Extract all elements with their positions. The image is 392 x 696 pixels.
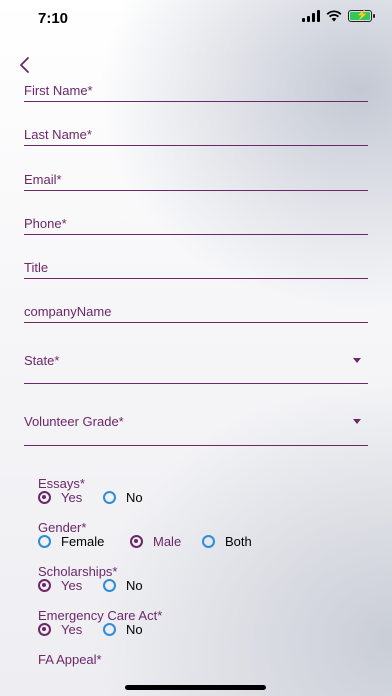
option-label: Both: [225, 534, 252, 549]
state-dropdown[interactable]: State*: [24, 347, 368, 384]
essays-yes-option[interactable]: Yes: [38, 490, 82, 505]
essays-no-option[interactable]: No: [103, 490, 143, 505]
phone-field[interactable]: Phone*: [24, 211, 368, 235]
title-label: Title: [24, 260, 49, 275]
volunteer-grade-label: Volunteer Grade*: [24, 414, 124, 429]
radio-unselected-icon: [103, 491, 116, 504]
radio-unselected-icon: [103, 623, 116, 636]
title-field[interactable]: Title: [24, 255, 368, 279]
gender-label: Gender*: [38, 520, 87, 535]
email-label: Email*: [24, 172, 62, 187]
battery-icon: ⚡: [348, 10, 375, 22]
option-label: Yes: [61, 578, 83, 593]
back-chevron-icon[interactable]: [16, 55, 34, 75]
status-bar: 7:10 ⚡: [0, 0, 392, 34]
option-label: No: [126, 622, 143, 637]
emergency-no-option[interactable]: No: [103, 622, 143, 637]
status-time: 7:10: [38, 10, 69, 27]
emergency-yes-option[interactable]: Yes: [38, 622, 82, 637]
radio-unselected-icon: [202, 535, 215, 548]
dropdown-arrow-icon: [353, 358, 361, 363]
option-label: No: [126, 578, 143, 593]
option-label: No: [126, 490, 143, 505]
option-label: Female: [61, 534, 105, 549]
home-indicator: [125, 685, 266, 690]
radio-selected-icon: [130, 535, 143, 548]
wifi-icon: [326, 10, 342, 22]
company-name-field[interactable]: companyName: [24, 299, 368, 323]
scholarships-no-option[interactable]: No: [103, 578, 143, 593]
option-label: Male: [153, 534, 182, 549]
radio-selected-icon: [38, 579, 51, 592]
first-name-field[interactable]: First Name*: [24, 78, 368, 102]
last-name-field[interactable]: Last Name*: [24, 122, 368, 146]
emergency-care-act-label: Emergency Care Act*: [38, 608, 163, 623]
radio-unselected-icon: [103, 579, 116, 592]
dropdown-arrow-icon: [353, 419, 361, 424]
company-name-label: companyName: [24, 304, 112, 319]
gender-both-option[interactable]: Both: [202, 534, 252, 549]
last-name-label: Last Name*: [24, 127, 92, 142]
radio-selected-icon: [38, 623, 51, 636]
status-icons: ⚡: [302, 10, 375, 22]
scholarships-yes-option[interactable]: Yes: [38, 578, 82, 593]
option-label: Yes: [61, 622, 83, 637]
scholarships-label: Scholarships*: [38, 564, 118, 579]
state-label: State*: [24, 353, 60, 368]
first-name-label: First Name*: [24, 83, 93, 98]
radio-selected-icon: [38, 491, 51, 504]
essays-label: Essays*: [38, 476, 85, 491]
option-label: Yes: [61, 490, 83, 505]
radio-unselected-icon: [38, 535, 51, 548]
email-field[interactable]: Email*: [24, 167, 368, 191]
cellular-signal-icon: [302, 10, 320, 22]
phone-label: Phone*: [24, 216, 67, 231]
gender-female-option[interactable]: Female: [38, 534, 104, 549]
volunteer-grade-dropdown[interactable]: Volunteer Grade*: [24, 409, 368, 446]
gender-male-option[interactable]: Male: [130, 534, 181, 549]
fa-appeal-label: FA Appeal*: [38, 652, 102, 667]
